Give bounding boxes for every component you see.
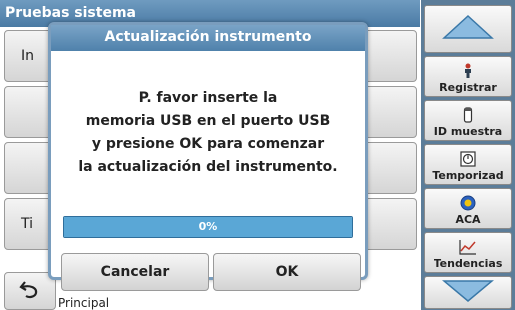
- ok-button[interactable]: OK: [213, 253, 361, 291]
- scroll-up-button[interactable]: [424, 5, 512, 53]
- sidebar: Registrar ID muestra Temporizad ACA Tend…: [421, 0, 515, 310]
- scroll-down-button[interactable]: [424, 276, 512, 309]
- timer-icon: [460, 151, 476, 167]
- sidebar-item-registrar[interactable]: Registrar: [424, 56, 512, 97]
- back-label: Principal: [58, 296, 110, 310]
- dialog-message: P. favor inserte la memoria USB en el pu…: [51, 87, 365, 179]
- dialog-message-line-3: y presione OK para comenzar: [91, 136, 325, 152]
- progress-text: 0%: [198, 220, 218, 233]
- sidebar-item-tendencias-label: Tendencias: [433, 257, 503, 270]
- background-button-7-label: Ti: [21, 216, 34, 232]
- back-button[interactable]: [4, 272, 56, 310]
- update-dialog: Actualización instrumento P. favor inser…: [48, 22, 368, 291]
- sidebar-item-temporizador-label: Temporizad: [432, 169, 504, 182]
- dialog-message-line-2: memoria USB en el puerto USB: [85, 113, 331, 129]
- triangle-down-icon: [441, 279, 495, 307]
- dialog-message-line-1: P. favor inserte la: [138, 90, 278, 106]
- dialog-message-line-4: la actualización del instrumento.: [78, 159, 338, 175]
- sidebar-item-id-muestra[interactable]: ID muestra: [424, 100, 512, 141]
- progress-bar: 0%: [63, 216, 353, 238]
- main-screen: Pruebas sistema In rica Ti para Principa…: [0, 0, 515, 310]
- sidebar-item-registrar-label: Registrar: [439, 81, 497, 94]
- triangle-up-icon: [442, 14, 494, 44]
- cancel-button[interactable]: Cancelar: [61, 253, 209, 291]
- back-arrow-icon: [19, 278, 41, 304]
- dialog-title: Actualización instrumento: [51, 25, 365, 51]
- person-icon: [463, 63, 473, 79]
- sidebar-item-tendencias[interactable]: Tendencias: [424, 232, 512, 273]
- trend-chart-icon: [459, 239, 477, 255]
- sidebar-item-aca-label: ACA: [455, 213, 481, 226]
- aca-icon: [460, 195, 476, 211]
- vial-icon: [463, 107, 473, 123]
- sidebar-item-aca[interactable]: ACA: [424, 188, 512, 229]
- background-button-1-label: In: [21, 48, 35, 64]
- sidebar-item-temporizador[interactable]: Temporizad: [424, 144, 512, 185]
- sidebar-item-id-muestra-label: ID muestra: [433, 125, 503, 138]
